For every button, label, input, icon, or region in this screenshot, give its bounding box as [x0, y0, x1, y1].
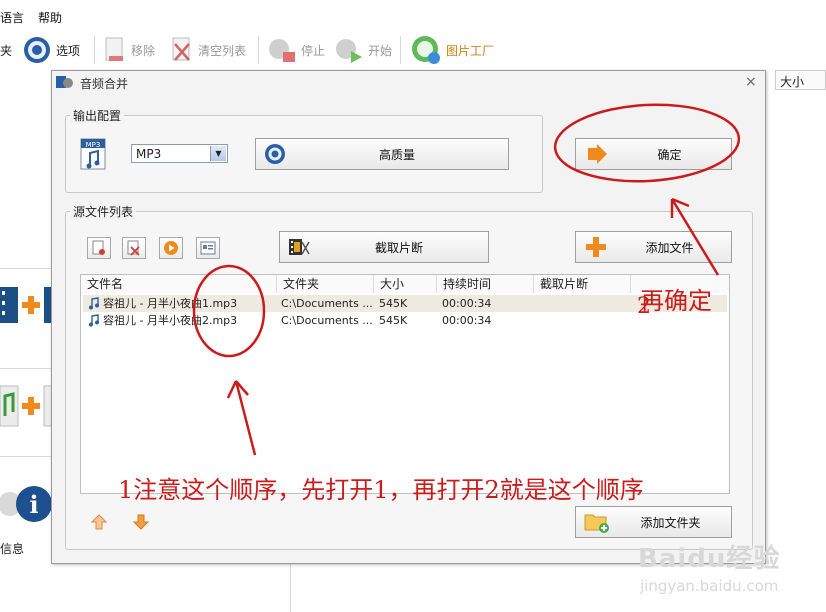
- close-icon[interactable]: ×: [745, 74, 757, 90]
- audio-join-icon[interactable]: [0, 382, 52, 432]
- options-button[interactable]: 选项: [22, 32, 80, 68]
- svg-text:MP3: MP3: [86, 141, 101, 149]
- column-header-filename[interactable]: 文件名: [81, 275, 277, 293]
- ok-button-label: 确定: [657, 147, 682, 162]
- row-filename: 容祖儿 - 月半小夜曲1.mp3: [103, 297, 238, 310]
- info-card-icon: [200, 241, 216, 255]
- row-filename: 容祖儿 - 月半小夜曲2.mp3: [103, 314, 238, 327]
- music-note-icon: [89, 297, 99, 310]
- play-button[interactable]: [159, 237, 183, 259]
- chevron-down-icon: ▼: [210, 146, 226, 161]
- menu-help[interactable]: 帮助: [38, 9, 62, 26]
- video-join-icon[interactable]: [0, 283, 52, 327]
- add-folder-button[interactable]: 添加文件夹: [575, 506, 732, 538]
- image-factory-button[interactable]: 图片工厂: [410, 32, 494, 68]
- stop-icon: [269, 39, 295, 62]
- plus-icon: [586, 237, 606, 257]
- folder-button[interactable]: 夹: [0, 32, 12, 68]
- dialog-title: 音频合并: [80, 77, 129, 91]
- file-info-button[interactable]: [196, 237, 220, 259]
- ok-button[interactable]: 确定: [575, 138, 732, 170]
- remove-label: 移除: [131, 43, 156, 58]
- quality-button-label: 高质量: [378, 147, 415, 162]
- panel-divider: [0, 268, 52, 269]
- folder-add-icon: [584, 514, 609, 533]
- format-select[interactable]: MP3 ▼: [131, 144, 228, 163]
- folder-label: 夹: [0, 43, 13, 58]
- column-header-duration[interactable]: 持续时间: [437, 275, 534, 293]
- column-header-clip[interactable]: 截取片断: [534, 275, 631, 293]
- column-header-size[interactable]: 大小: [374, 275, 437, 293]
- background-divider: [290, 564, 291, 612]
- info-icon[interactable]: i: [0, 482, 52, 526]
- options-label: 选项: [56, 43, 81, 58]
- remove-item-button[interactable]: [87, 237, 111, 259]
- row-size: 545K: [379, 314, 408, 327]
- remove-file-icon: [92, 240, 105, 255]
- arrow-right-icon: [588, 144, 607, 164]
- clear-list-button[interactable]: 清空列表: [170, 32, 246, 68]
- clear-items-button[interactable]: [122, 237, 146, 259]
- clip-segment-label: 截取片断: [374, 240, 423, 255]
- row-duration: 00:00:34: [442, 297, 492, 310]
- annotation-order-note: 1注意这个顺序，先打开1，再打开2就是这个顺序: [118, 476, 644, 504]
- row-size: 545K: [379, 297, 408, 310]
- settings-icon: [265, 144, 285, 164]
- annotation-confirm-note: 再确定: [640, 287, 712, 315]
- size-column-header[interactable]: 大小: [775, 70, 826, 90]
- music-note-icon: [89, 314, 99, 327]
- right-background-area: [766, 70, 826, 612]
- main-toolbar: 夹 选项 移除 清空列表 停止 开始 图片工厂: [0, 32, 826, 70]
- row-duration: 00:00:34: [442, 314, 492, 327]
- column-header-folder[interactable]: 文件夹: [277, 275, 374, 293]
- format-select-value: MP3: [136, 147, 162, 161]
- start-button[interactable]: 开始: [334, 32, 392, 68]
- left-panel: i 信息: [0, 70, 52, 612]
- output-config-label: 输出配置: [70, 107, 125, 124]
- toolbar-separator: [258, 36, 259, 64]
- source-files-label: 源文件列表: [70, 203, 137, 220]
- table-row[interactable]: 容祖儿 - 月半小夜曲1.mp3 C:\Documents ... 545K 0…: [83, 295, 727, 312]
- clip-segment-button[interactable]: 截取片断: [279, 231, 489, 263]
- start-icon: [336, 39, 362, 63]
- start-label: 开始: [368, 43, 393, 58]
- toolbar-separator: [94, 36, 95, 64]
- mp3-file-icon: MP3: [80, 138, 106, 170]
- svg-text:i: i: [29, 490, 38, 519]
- watermark-url: jingyan.baidu.com: [640, 577, 779, 595]
- remove-icon: [105, 37, 123, 61]
- row-folder: C:\Documents ...: [281, 297, 373, 310]
- table-row[interactable]: 容祖儿 - 月半小夜曲2.mp3 C:\Documents ... 545K 0…: [83, 312, 727, 329]
- film-clip-icon: [289, 239, 310, 255]
- clear-list-icon: [172, 37, 190, 61]
- panel-divider: [0, 368, 52, 369]
- watermark-brand: Baidu经验: [638, 544, 781, 574]
- panel-divider: [0, 456, 52, 457]
- quality-button[interactable]: 高质量: [255, 138, 509, 170]
- move-down-icon[interactable]: [132, 513, 150, 531]
- toolbar-separator: [400, 36, 401, 64]
- play-icon: [164, 241, 178, 255]
- clear-file-icon: [127, 240, 140, 256]
- menu-language[interactable]: 语言: [0, 9, 24, 26]
- clear-list-label: 清空列表: [198, 43, 247, 58]
- remove-button[interactable]: 移除: [103, 32, 155, 68]
- stop-label: 停止: [301, 43, 326, 58]
- options-icon: [24, 37, 50, 63]
- dialog-app-icon: [56, 76, 73, 88]
- image-factory-label: 图片工厂: [446, 43, 495, 58]
- add-folder-label: 添加文件夹: [640, 515, 701, 530]
- source-file-table: 文件名 文件夹 大小 持续时间 截取片断 容祖儿 - 月半小夜曲1.mp3 C:…: [80, 274, 730, 494]
- row-folder: C:\Documents ...: [281, 314, 373, 327]
- image-factory-icon: [412, 36, 440, 64]
- info-label: 信息: [0, 542, 25, 556]
- stop-button[interactable]: 停止: [267, 32, 325, 68]
- menu-bar: 语言 帮助: [0, 0, 826, 32]
- add-file-button[interactable]: 添加文件: [575, 231, 732, 263]
- move-up-icon[interactable]: [90, 513, 108, 531]
- add-file-label: 添加文件: [645, 240, 694, 255]
